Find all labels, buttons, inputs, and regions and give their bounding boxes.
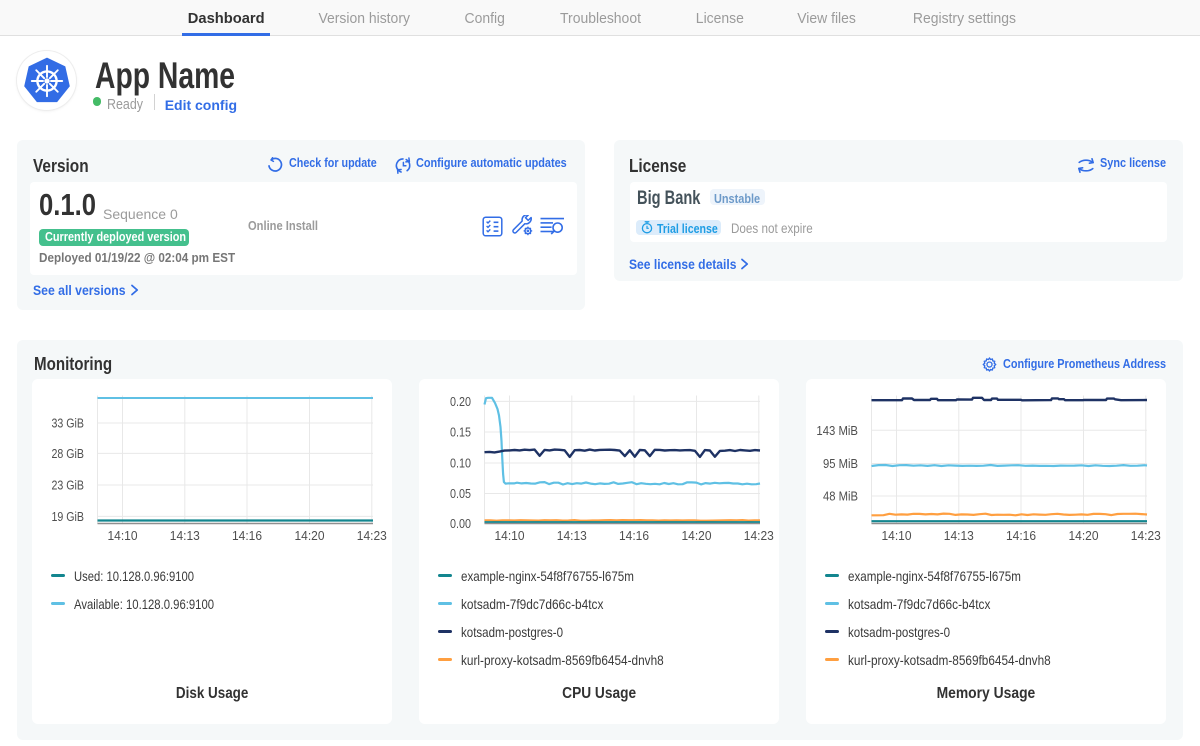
svg-text:48 MiB: 48 MiB	[823, 489, 858, 504]
svg-text:14:23: 14:23	[357, 528, 387, 543]
svg-text:143 MiB: 143 MiB	[816, 423, 858, 438]
svg-text:14:16: 14:16	[232, 528, 262, 543]
svg-text:0.15: 0.15	[450, 425, 471, 440]
svg-text:14:20: 14:20	[1069, 528, 1099, 543]
svg-text:0.05: 0.05	[450, 486, 471, 501]
svg-text:14:20: 14:20	[295, 528, 325, 543]
svg-text:14:13: 14:13	[170, 528, 200, 543]
svg-text:33 GiB: 33 GiB	[52, 416, 85, 431]
svg-text:14:10: 14:10	[495, 528, 525, 543]
svg-text:14:16: 14:16	[619, 528, 649, 543]
svg-text:0.20: 0.20	[450, 394, 471, 409]
svg-text:14:13: 14:13	[557, 528, 587, 543]
svg-text:0.00: 0.00	[450, 516, 471, 531]
svg-text:14:16: 14:16	[1006, 528, 1036, 543]
svg-text:95 MiB: 95 MiB	[823, 456, 858, 471]
svg-text:0.10: 0.10	[450, 456, 471, 471]
svg-text:23 GiB: 23 GiB	[52, 478, 85, 493]
svg-text:14:13: 14:13	[944, 528, 974, 543]
svg-text:19 GiB: 19 GiB	[52, 509, 85, 524]
svg-text:14:23: 14:23	[1131, 528, 1161, 543]
svg-text:28 GiB: 28 GiB	[52, 446, 85, 461]
svg-text:14:10: 14:10	[882, 528, 912, 543]
svg-text:14:10: 14:10	[108, 528, 138, 543]
svg-text:14:23: 14:23	[744, 528, 774, 543]
svg-text:14:20: 14:20	[682, 528, 712, 543]
